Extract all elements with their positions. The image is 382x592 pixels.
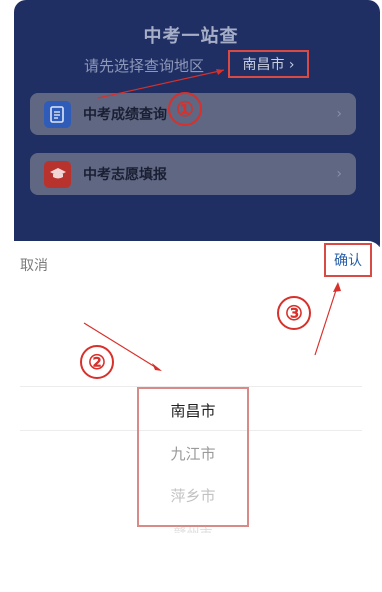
- annotation-marker-3: ③: [277, 296, 311, 330]
- arrowhead-1: [216, 69, 224, 75]
- annotation-marker-1: ①: [168, 92, 202, 126]
- annotation-marker-2: ②: [80, 345, 114, 379]
- arrowhead-3: [333, 282, 341, 292]
- arrow-3: [314, 283, 339, 356]
- annotation-arrows: [83, 69, 341, 371]
- arrowhead-2: [152, 363, 162, 371]
- arrow-1: [97, 69, 225, 99]
